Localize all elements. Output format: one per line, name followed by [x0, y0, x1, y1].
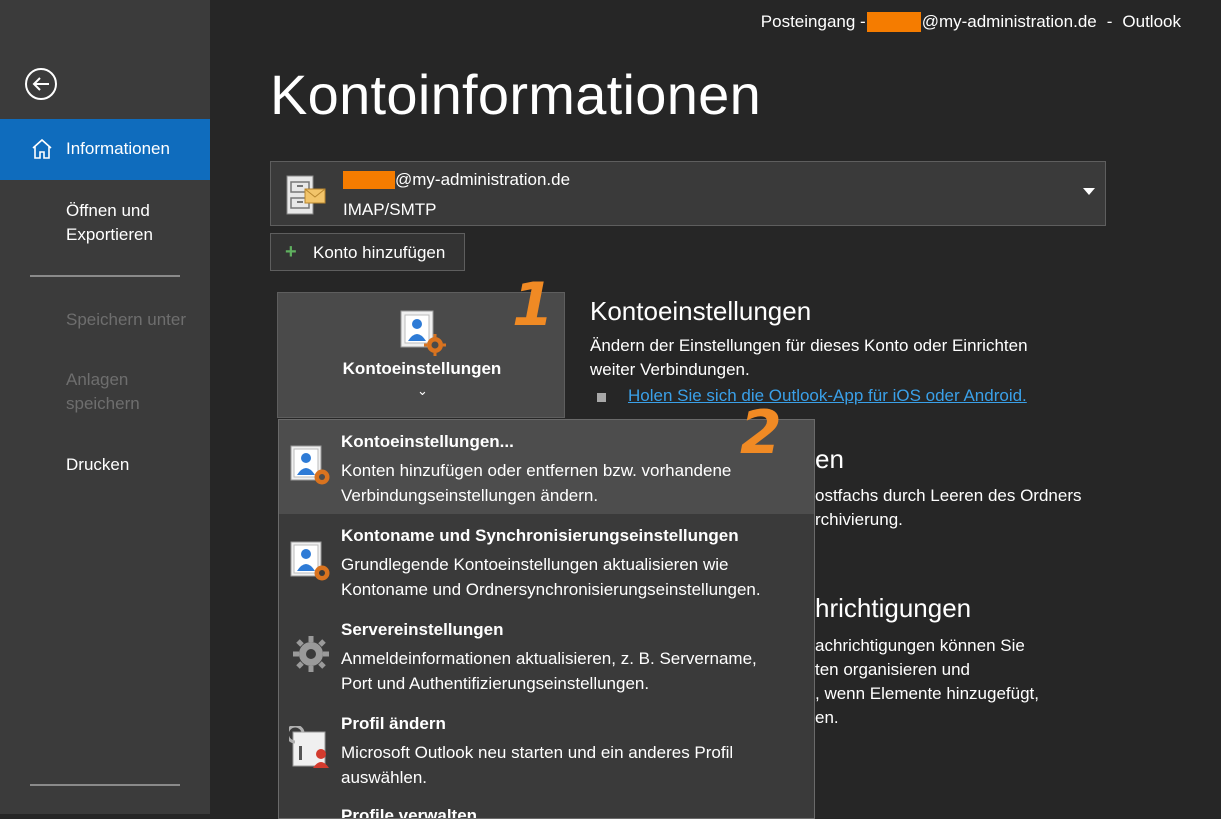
- menu-item-desc: Anmeldeinformationen aktualisieren, z. B…: [341, 649, 757, 668]
- change-profile-icon: [289, 726, 329, 768]
- section-heading-account-settings: Kontoeinstellungen: [590, 296, 812, 326]
- section-text-fragment: , wenn Elemente hinzugefügt,: [815, 684, 1039, 703]
- redaction-box: [866, 12, 921, 32]
- sidebar-item-oeffnen-exportieren[interactable]: Öffnen und Exportieren: [66, 199, 153, 247]
- sidebar-item-label: Informationen: [66, 139, 170, 158]
- title-prefix: Posteingang -: [760, 12, 866, 31]
- menu-item-desc: Verbindungseinstellungen ändern.: [341, 486, 599, 505]
- account-settings-dropdown-menu: Kontoeinstellungen... Konten hinzufügen …: [278, 419, 815, 819]
- bullet-icon: [597, 393, 606, 402]
- window-title: Posteingang - @my-administration.de - Ou…: [761, 12, 1181, 32]
- dropdown-caret-icon[interactable]: [1083, 188, 1095, 195]
- add-account-button[interactable]: + Konto hinzufügen: [270, 233, 465, 271]
- menu-item-title: Kontoeinstellungen...: [341, 432, 514, 451]
- chevron-down-icon: ⌄: [417, 383, 428, 398]
- section-text-line1: Ändern der Einstellungen für dieses Kont…: [590, 336, 1028, 355]
- outlook-app-link[interactable]: Holen Sie sich die Outlook-App für iOS o…: [628, 386, 1027, 406]
- section-text-fragment: en.: [815, 708, 839, 727]
- redaction-box: [343, 171, 395, 189]
- menu-item-title: Profile verwalten: [341, 806, 478, 819]
- section-text-fragment: achrichtigungen können Sie: [815, 636, 1025, 655]
- account-email: @my-administration.de: [343, 170, 570, 190]
- menu-item-desc: Port und Authentifizierungseinstellungen…: [341, 674, 650, 693]
- page-title: Kontoinformationen: [270, 63, 762, 126]
- menu-item-title: Profil ändern: [341, 714, 446, 733]
- title-separator: -: [1106, 12, 1113, 31]
- section-text-fragment: rchivierung.: [815, 510, 903, 529]
- mail-account-icon: [286, 175, 326, 215]
- menu-item-kontoname-synchronisierung[interactable]: Kontoname und Synchronisierungseinstellu…: [279, 514, 814, 608]
- annotation-step-2: 2: [740, 398, 782, 468]
- sidebar-item-informationen[interactable]: Informationen: [0, 119, 210, 180]
- title-email: @my-administration.de: [921, 12, 1097, 31]
- home-icon: [32, 138, 52, 159]
- section-text-line2: weiter Verbindungen.: [590, 360, 750, 379]
- menu-item-title: Servereinstellungen: [341, 620, 504, 639]
- section-text-fragment: ten organisieren und: [815, 660, 971, 679]
- add-account-label: Konto hinzufügen: [313, 243, 446, 262]
- section-text-fragment: ostfachs durch Leeren des Ordners: [815, 486, 1082, 505]
- account-settings-icon: [290, 445, 330, 485]
- section-heading-fragment: en: [815, 444, 844, 474]
- sidebar-item-drucken[interactable]: Drucken: [66, 453, 129, 477]
- menu-item-title: Kontoname und Synchronisierungseinstellu…: [341, 526, 739, 545]
- account-settings-tile-label: Kontoeinstellungen: [342, 359, 502, 378]
- sidebar-divider-bottom: [30, 784, 180, 786]
- backstage-sidebar: Informationen Öffnen und Exportieren Spe…: [0, 0, 210, 814]
- menu-item-desc: Grundlegende Kontoeinstellungen aktualis…: [341, 555, 729, 574]
- menu-item-desc: auswählen.: [341, 768, 428, 787]
- annotation-step-1: 1: [512, 270, 554, 340]
- account-type: IMAP/SMTP: [343, 200, 437, 219]
- account-email-domain: @my-administration.de: [395, 170, 571, 189]
- title-app: Outlook: [1122, 12, 1181, 31]
- menu-item-desc: Microsoft Outlook neu starten und ein an…: [341, 743, 734, 762]
- menu-item-kontoeinstellungen[interactable]: Kontoeinstellungen... Konten hinzufügen …: [279, 420, 814, 514]
- account-sync-icon: [290, 541, 330, 581]
- menu-item-desc: Kontoname und Ordnersynchronisierungsein…: [341, 580, 761, 599]
- sidebar-item-anlagen-speichern[interactable]: Anlagen speichern: [66, 368, 140, 416]
- menu-item-profil-aendern[interactable]: Profil ändern Microsoft Outlook neu star…: [279, 702, 814, 796]
- sidebar-divider: [30, 275, 180, 277]
- account-settings-icon: [400, 310, 446, 356]
- gear-icon: [293, 636, 329, 672]
- plus-icon: +: [285, 241, 297, 263]
- menu-item-servereinstellungen[interactable]: Servereinstellungen Anmeldeinformationen…: [279, 608, 814, 702]
- section-heading-fragment: hrichtigungen: [815, 593, 972, 623]
- sidebar-item-speichern-unter[interactable]: Speichern unter: [66, 308, 186, 332]
- menu-item-desc: Konten hinzufügen oder entfernen bzw. vo…: [341, 461, 732, 480]
- back-arrow-icon[interactable]: [24, 67, 58, 101]
- menu-item-profile-verwalten[interactable]: Profile verwalten: [279, 796, 814, 819]
- account-selector[interactable]: @my-administration.de IMAP/SMTP: [270, 161, 1106, 226]
